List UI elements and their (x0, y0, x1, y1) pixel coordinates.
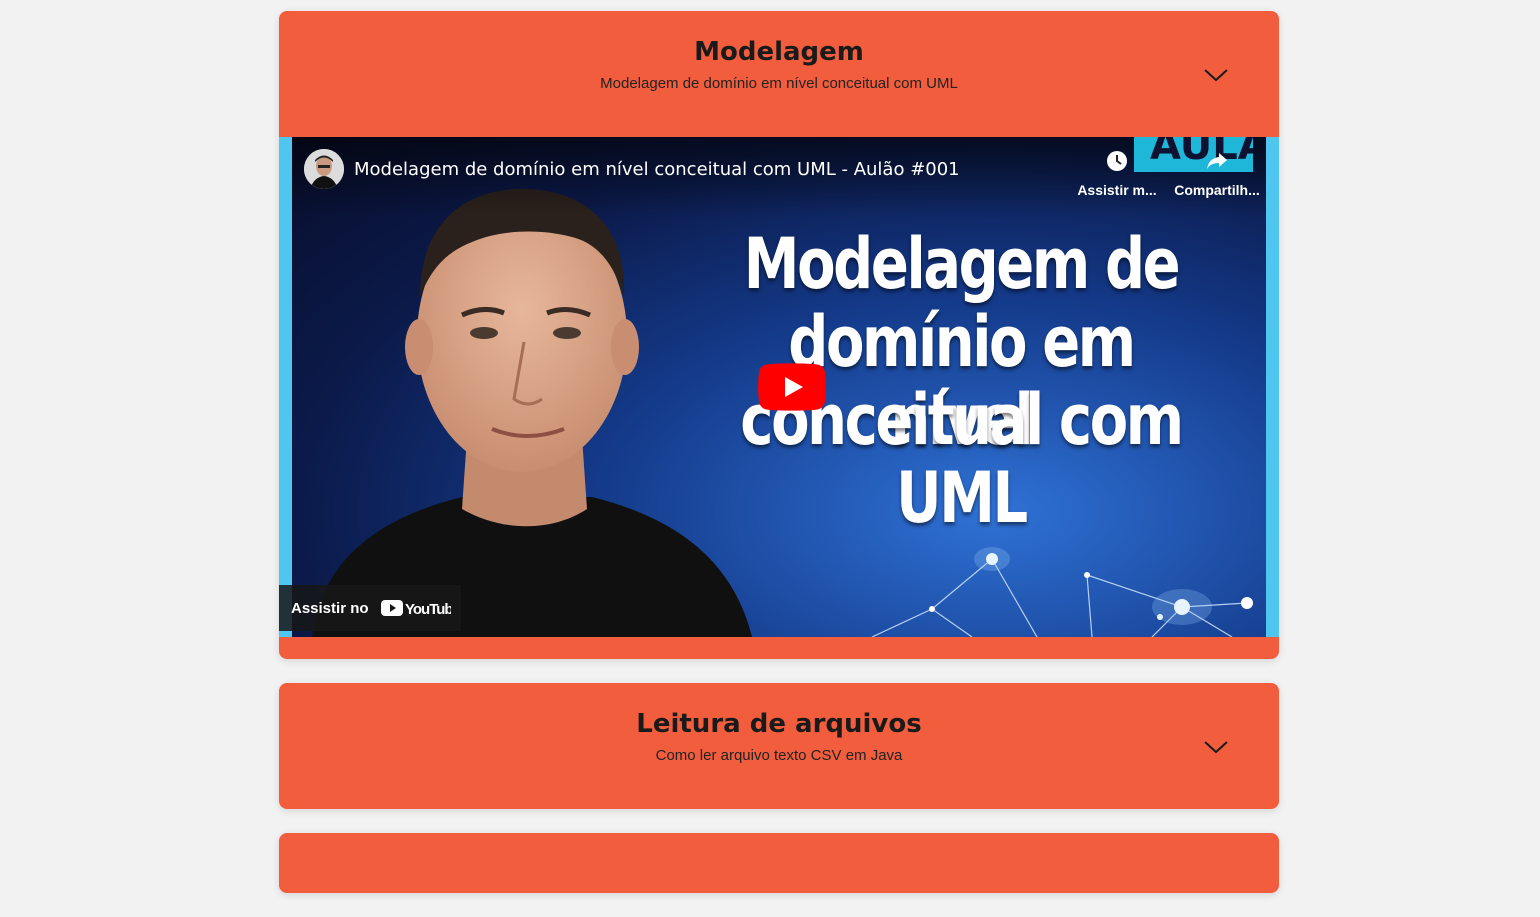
thumbnail-headline-line-1: Modelagem de (743, 223, 1181, 305)
watch-on-youtube-button[interactable]: Assistir no YouTube (279, 585, 461, 631)
avatar-image (304, 149, 344, 189)
share-label: Compartilh... (1174, 182, 1260, 198)
accordion-card-next[interactable] (279, 833, 1279, 893)
youtube-logo-icon: YouTube (380, 600, 451, 618)
video-title[interactable]: Modelagem de domínio em nível conceitual… (354, 159, 960, 180)
accordion-header-modelagem[interactable]: Modelagem Modelagem de domínio em nível … (279, 11, 1279, 137)
channel-avatar[interactable] (304, 149, 344, 189)
chevron-down-icon[interactable] (1203, 67, 1229, 83)
accordion-card-modelagem: Modelagem Modelagem de domínio em nível … (279, 11, 1279, 659)
watch-later-label: Assistir m... (1077, 182, 1157, 198)
watch-on-label: Assistir no (291, 599, 369, 617)
card-subtitle: Como ler arquivo texto CSV em Java (655, 747, 903, 764)
card-subtitle: Modelagem de domínio em nível conceitual… (600, 75, 958, 92)
accordion-header-leitura-de-arquivos[interactable]: Leitura de arquivos Como ler arquivo tex… (279, 683, 1279, 809)
play-button[interactable] (758, 363, 826, 411)
card-title: Modelagem (694, 37, 864, 67)
accordion-card-leitura-de-arquivos: Leitura de arquivos Como ler arquivo tex… (279, 683, 1279, 809)
share-icon (1207, 153, 1227, 169)
share-button[interactable]: Compartilh... (1172, 149, 1262, 198)
chevron-down-icon[interactable] (1203, 739, 1229, 755)
content-column: Modelagem Modelagem de domínio em nível … (279, 11, 1279, 917)
video-thumbnail[interactable]: Modelagem de domínio em nível conceitual… (292, 137, 1266, 637)
watch-later-button[interactable]: Assistir m... (1072, 149, 1162, 198)
youtube-logo-text: YouTube (405, 601, 451, 618)
youtube-embed[interactable]: Modelagem de domínio em nível conceitual… (279, 137, 1279, 637)
clock-icon (1107, 151, 1127, 171)
card-footer (279, 637, 1279, 659)
card-title: Leitura de arquivos (636, 709, 922, 739)
